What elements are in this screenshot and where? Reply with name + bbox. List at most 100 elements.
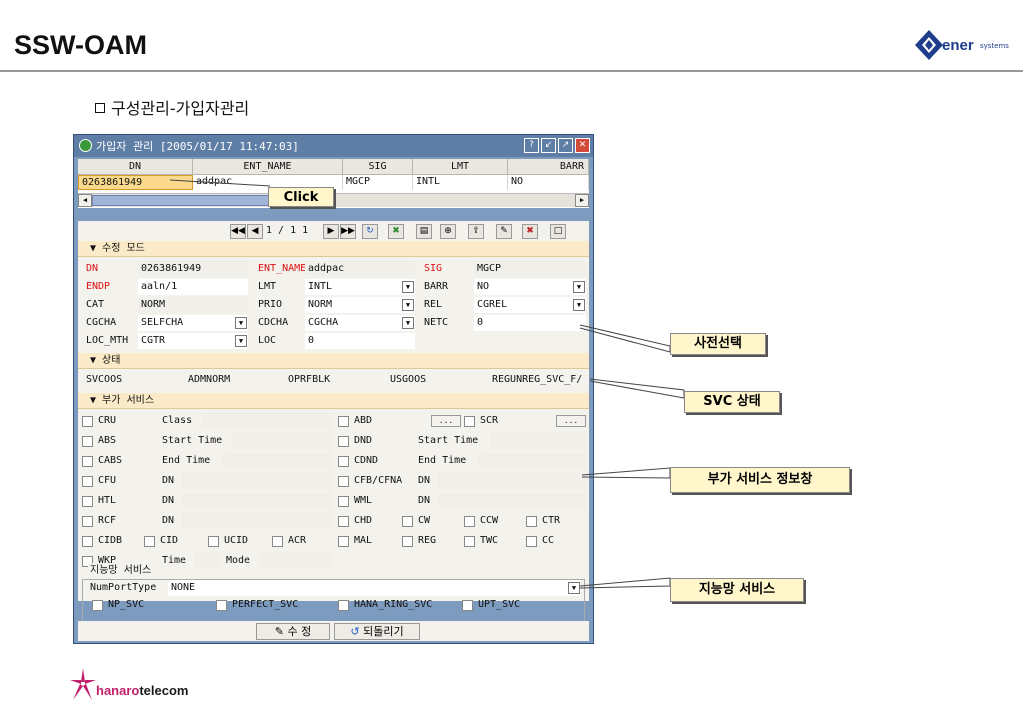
acr-checkbox[interactable] <box>272 536 283 547</box>
col-header-barr[interactable]: BARR <box>508 159 589 175</box>
export-icon[interactable]: ⇪ <box>468 224 484 239</box>
xener-logo-text: ener <box>942 37 974 54</box>
start-time-label: Start Time <box>162 435 223 446</box>
excel-icon[interactable]: ✖ <box>388 224 404 239</box>
barr-select[interactable]: NO <box>474 279 586 295</box>
last-page-icon[interactable]: ▶▶ <box>340 224 356 239</box>
refresh-icon[interactable]: ↻ <box>362 224 378 239</box>
cid-label: CID <box>160 535 179 546</box>
scroll-right-icon[interactable]: ▶ <box>575 194 589 207</box>
chd-checkbox[interactable] <box>338 516 349 527</box>
dnd-label: DND <box>354 435 373 446</box>
close-icon[interactable]: ✕ <box>575 138 590 153</box>
cru-checkbox[interactable] <box>82 416 93 427</box>
rel-dropdown-icon[interactable]: ▼ <box>573 299 585 311</box>
cidb-checkbox[interactable] <box>82 536 93 547</box>
back-button[interactable]: ↺ 되돌리기 <box>334 623 420 640</box>
mal-checkbox[interactable] <box>338 536 349 547</box>
hanaro-logo-text: hanarotelecom <box>96 683 188 698</box>
hana-ring-svc-checkbox[interactable] <box>338 600 349 611</box>
wml-checkbox[interactable] <box>338 496 349 507</box>
barr-dropdown-icon[interactable]: ▼ <box>573 281 585 293</box>
wml-dn-value <box>438 493 586 509</box>
status-svc: SVCOOS <box>86 374 123 385</box>
delete-icon[interactable]: ✖ <box>522 224 538 239</box>
cgcha-dropdown-icon[interactable]: ▼ <box>235 317 247 329</box>
cabs-checkbox[interactable] <box>82 456 93 467</box>
rel-select[interactable]: CGREL <box>474 297 586 313</box>
twc-checkbox[interactable] <box>464 536 475 547</box>
modify-button[interactable]: ✎ 수 정 <box>256 623 330 640</box>
reg-checkbox[interactable] <box>402 536 413 547</box>
scroll-left-icon[interactable]: ◀ <box>78 194 92 207</box>
loc-mth-select[interactable]: CGTR <box>138 333 248 349</box>
loc-mth-dropdown-icon[interactable]: ▼ <box>235 335 247 347</box>
col-header-sig[interactable]: SIG <box>343 159 413 175</box>
cfu-dn-label: DN <box>162 475 175 486</box>
htl-label: HTL <box>98 495 117 506</box>
grid-cell-barr[interactable]: NO <box>508 175 589 190</box>
perfect-svc-checkbox[interactable] <box>216 600 227 611</box>
dnd-checkbox[interactable] <box>338 436 349 447</box>
endp-label: ENDP <box>86 281 111 292</box>
cfb-checkbox[interactable] <box>338 476 349 487</box>
class-value <box>202 413 332 429</box>
ccw-checkbox[interactable] <box>464 516 475 527</box>
prio-select[interactable]: NORM <box>305 297 415 313</box>
numport-select[interactable]: NONE <box>168 580 581 596</box>
prio-dropdown-icon[interactable]: ▼ <box>402 299 414 311</box>
cdcha-select[interactable]: CGCHA <box>305 315 415 331</box>
endp-input[interactable]: aaln/1 <box>138 279 248 295</box>
minimize-icon[interactable]: ↙ <box>541 138 556 153</box>
cdnd-label: CDND <box>354 455 379 466</box>
cc-checkbox[interactable] <box>526 536 537 547</box>
extra-service-header[interactable]: ▼ 부가 서비스 <box>78 393 589 409</box>
cfb-label: CFB/CFNA <box>354 475 403 486</box>
cid-checkbox[interactable] <box>144 536 155 547</box>
undo-icon: ↺ <box>350 625 364 638</box>
upt-svc-checkbox[interactable] <box>462 600 473 611</box>
status-header[interactable]: ▼ 상태 <box>78 353 589 369</box>
loc-input[interactable]: 0 <box>305 333 415 349</box>
ctr-checkbox[interactable] <box>526 516 537 527</box>
scr-label: SCR <box>480 415 499 426</box>
cw-checkbox[interactable] <box>402 516 413 527</box>
maximize-icon[interactable]: ↗ <box>558 138 573 153</box>
perfect-svc-label: PERFECT_SVC <box>232 599 299 610</box>
help-icon[interactable]: ? <box>524 138 539 153</box>
prev-page-icon[interactable]: ◀ <box>247 224 263 239</box>
lmt-select[interactable]: INTL <box>305 279 415 295</box>
abd-browse-button[interactable]: ... <box>431 415 461 427</box>
cdnd-checkbox[interactable] <box>338 456 349 467</box>
np-svc-checkbox[interactable] <box>92 600 103 611</box>
new-doc-icon[interactable]: □ <box>550 224 566 239</box>
abs-checkbox[interactable] <box>82 436 93 447</box>
zoom-icon[interactable]: ⊕ <box>440 224 456 239</box>
next-page-icon[interactable]: ▶ <box>323 224 339 239</box>
abd-checkbox[interactable] <box>338 416 349 427</box>
scr-checkbox[interactable] <box>464 416 475 427</box>
rcf-checkbox[interactable] <box>82 516 93 527</box>
print-preview-icon[interactable]: ▤ <box>416 224 432 239</box>
edit-mode-header[interactable]: ▼ 수정 모드 <box>78 241 589 257</box>
grid-cell-lmt[interactable]: INTL <box>413 175 508 190</box>
cfu-checkbox[interactable] <box>82 476 93 487</box>
window-titlebar[interactable]: 가입자 관리 [2005/01/17 11:47:03] ? ↙ ↗ ✕ <box>74 135 593 157</box>
click-pointer-line <box>170 179 271 187</box>
square-bullet-icon <box>95 103 105 113</box>
first-page-icon[interactable]: ◀◀ <box>230 224 246 239</box>
start-time2-label: Start Time <box>418 435 479 446</box>
scroll-thumb[interactable] <box>92 195 292 206</box>
ucid-checkbox[interactable] <box>208 536 219 547</box>
twc-label: TWC <box>480 535 499 546</box>
col-header-lmt[interactable]: LMT <box>413 159 508 175</box>
lmt-dropdown-icon[interactable]: ▼ <box>402 281 414 293</box>
cdcha-dropdown-icon[interactable]: ▼ <box>402 317 414 329</box>
htl-checkbox[interactable] <box>82 496 93 507</box>
cgcha-select[interactable]: SELFCHA <box>138 315 248 331</box>
grid-cell-sig[interactable]: MGCP <box>343 175 413 190</box>
col-header-dn[interactable]: DN <box>78 159 193 175</box>
detail-panel: ▼ 수정 모드 DN 0263861949 ENT_NAME addpac SI… <box>78 241 589 629</box>
edit-pencil-icon[interactable]: ✎ <box>496 224 512 239</box>
col-header-ent-name[interactable]: ENT_NAME <box>193 159 343 175</box>
